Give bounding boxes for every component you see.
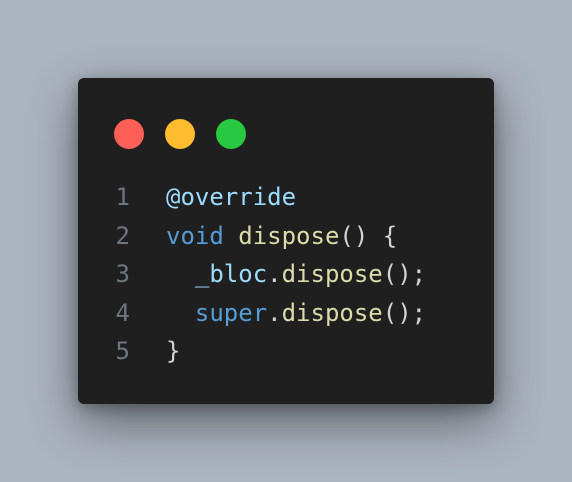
code-token: (); — [382, 260, 427, 288]
maximize-dot-icon — [216, 119, 246, 149]
line-source: } — [166, 332, 180, 371]
code-token: super — [194, 298, 268, 327]
line-number: 2 — [115, 221, 130, 250]
line-source: @override — [166, 178, 296, 217]
code-token: dispose — [281, 298, 383, 327]
code-token: . — [267, 298, 282, 327]
line-number: 5 — [115, 337, 130, 365]
minimize-dot-icon — [165, 119, 195, 149]
code-token: . — [267, 260, 282, 288]
code-token: } — [166, 337, 181, 365]
code-block: 1 @override 2 void dispose() {3 _bloc.dispo… — [78, 178, 494, 371]
line-source: _bloc.dispose(); — [166, 255, 426, 294]
code-line: 1 @override — [78, 178, 494, 217]
line-source: void dispose() { — [166, 217, 397, 256]
code-line: 5} — [78, 332, 494, 371]
code-token: @override — [166, 183, 297, 211]
window-controls — [114, 119, 246, 149]
code-window: 1 @override 2 void dispose() {3 _bloc.dispo… — [78, 78, 494, 404]
line-source: super.dispose(); — [166, 294, 426, 333]
line-number: 3 — [115, 260, 130, 288]
code-token: () { — [339, 221, 398, 250]
code-token: (); — [382, 298, 427, 327]
code-line: 2 void dispose() { — [78, 217, 494, 256]
code-line: 4 super.dispose(); — [78, 294, 494, 333]
code-token: dispose — [238, 221, 340, 250]
code-token: dispose — [281, 260, 383, 288]
code-line: 3 _bloc.dispose(); — [78, 255, 494, 294]
code-token: _bloc — [194, 260, 268, 288]
code-token: void — [166, 221, 224, 250]
line-number: 1 — [115, 183, 130, 211]
close-dot-icon — [114, 119, 144, 149]
line-number: 4 — [115, 298, 130, 327]
